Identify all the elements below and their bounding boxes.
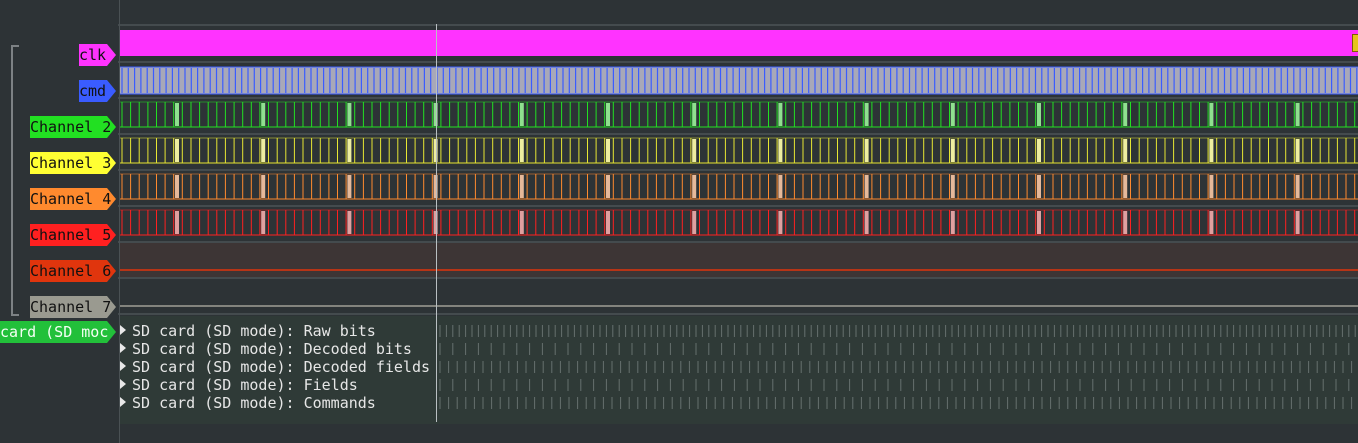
channel-burst: [519, 103, 524, 126]
expand-arrow-icon[interactable]: [120, 343, 126, 353]
channel-burst: [950, 103, 955, 126]
channel-burst: [1295, 103, 1300, 126]
time-cursor[interactable]: [436, 24, 437, 422]
channel-burst: [1295, 139, 1300, 162]
channel-burst: [347, 103, 352, 126]
channel-tag-clk[interactable]: clk: [79, 44, 116, 66]
decoder-label: card (SD moc: [0, 323, 109, 341]
channel-burst: [347, 211, 352, 234]
channel-burst: [1209, 175, 1214, 198]
channel-pulses: [121, 138, 1356, 163]
channel-group-bracket: [11, 45, 19, 316]
channel-burst: [606, 175, 610, 198]
channel-burst: [950, 139, 955, 162]
channel-burst: [1123, 103, 1128, 126]
channel-burst: [347, 175, 352, 198]
channel-burst: [864, 175, 869, 198]
channel-burst: [692, 211, 697, 234]
expand-arrow-icon[interactable]: [120, 397, 126, 407]
channel-burst: [778, 139, 783, 162]
lane-background: [120, 243, 1358, 277]
channel-label: Channel 3: [30, 154, 112, 172]
channel-label-panel: clk cmd Channel 2 Channel 3 Channel 4 Ch…: [0, 0, 118, 443]
channel-label: Channel 4: [30, 190, 112, 208]
channel-pulses: [121, 210, 1356, 235]
channel-burst: [1037, 175, 1041, 198]
channel-burst: [606, 103, 610, 126]
channel-tag-5[interactable]: Channel 5: [30, 224, 116, 246]
channel-burst: [1123, 175, 1128, 198]
channel-tag-7[interactable]: Channel 7: [30, 296, 116, 318]
decoder-row-label: SD card (SD mode): Raw bits: [132, 322, 376, 340]
channel-burst: [519, 175, 524, 198]
channel-burst: [950, 175, 955, 198]
channel-burst: [1123, 211, 1128, 234]
channel-tag-4[interactable]: Channel 4: [30, 188, 116, 210]
channel-burst: [606, 211, 610, 234]
channel-tag-3[interactable]: Channel 3: [30, 152, 116, 174]
channel-burst: [1123, 139, 1128, 162]
marker-flag[interactable]: [1352, 34, 1358, 52]
expand-arrow-icon[interactable]: [120, 379, 126, 389]
channel-label: cmd: [79, 82, 107, 100]
channel-pulses: [121, 102, 1356, 127]
decoder-tag[interactable]: card (SD moc: [0, 321, 116, 343]
expand-arrow-icon[interactable]: [120, 325, 126, 335]
decoder-row-label: SD card (SD mode): Decoded fields: [132, 358, 431, 376]
channel-burst: [1209, 103, 1214, 126]
channel-pulses: [121, 174, 1356, 199]
expand-arrow-icon[interactable]: [120, 361, 126, 371]
channel-tag-2[interactable]: Channel 2: [30, 116, 116, 138]
channel-burst: [261, 103, 266, 126]
decoder-row-label: SD card (SD mode): Fields: [132, 376, 358, 394]
channel-label: clk: [79, 46, 107, 64]
channel-label: Channel 6: [30, 262, 112, 280]
decoder-row-label: SD card (SD mode): Commands: [132, 394, 376, 412]
channel-burst: [519, 211, 524, 234]
channel-burst: [175, 139, 179, 162]
channel-burst: [261, 211, 266, 234]
channel-burst: [778, 175, 783, 198]
channel-burst: [347, 139, 352, 162]
channel-burst: [1037, 211, 1041, 234]
channel-burst: [1209, 211, 1214, 234]
channel-burst: [692, 103, 697, 126]
channel-burst: [261, 139, 266, 162]
channel-burst: [778, 103, 783, 126]
channel-burst: [778, 211, 783, 234]
channel-burst: [519, 139, 524, 162]
channel-burst: [175, 175, 179, 198]
channel-burst: [175, 103, 179, 126]
channel-burst: [1295, 211, 1300, 234]
channel-burst: [1037, 139, 1041, 162]
clk-waveform: [120, 30, 1358, 56]
channel-burst: [1209, 139, 1214, 162]
channel-burst: [950, 211, 955, 234]
channel-label: Channel 5: [30, 226, 112, 244]
channel-burst: [692, 175, 697, 198]
channel-burst: [606, 139, 610, 162]
channel-label: Channel 2: [30, 118, 112, 136]
channel-burst: [175, 211, 179, 234]
channel-burst: [1037, 103, 1041, 126]
channel-burst: [692, 139, 697, 162]
channel-burst: [864, 139, 869, 162]
channel-label: Channel 7: [30, 298, 112, 316]
channel-burst: [864, 103, 869, 126]
channel-tag-cmd[interactable]: cmd: [79, 80, 116, 102]
channel-burst: [1295, 175, 1300, 198]
panel-divider: [119, 0, 120, 443]
decoder-row-label: SD card (SD mode): Decoded bits: [132, 340, 412, 358]
channel-burst: [864, 211, 869, 234]
channel-burst: [261, 175, 266, 198]
channel-tag-6[interactable]: Channel 6: [30, 260, 116, 282]
